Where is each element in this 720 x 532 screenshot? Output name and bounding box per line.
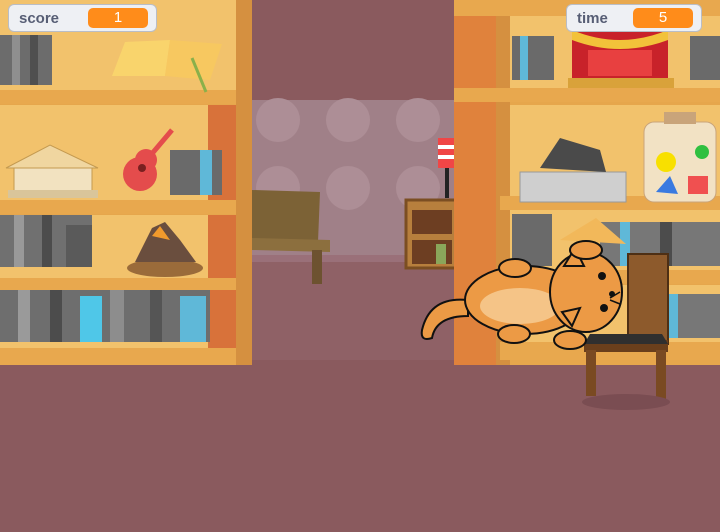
time-value: 5 [633,8,693,28]
score-monitor: score 1 [8,4,157,32]
score-value: 1 [88,8,148,28]
left-bookshelf [0,0,252,365]
score-label: score [19,9,60,27]
game-stage[interactable]: score 1 time 5 [0,0,720,532]
time-monitor: time 5 [566,4,702,32]
time-label: time [577,9,608,27]
